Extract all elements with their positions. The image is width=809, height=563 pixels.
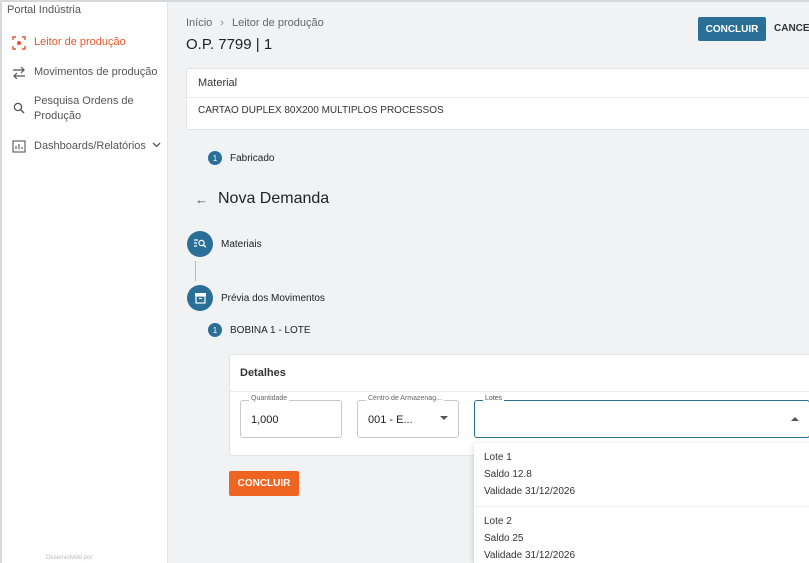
chevron-right-icon: › bbox=[220, 17, 224, 29]
demanda-title: Nova Demanda bbox=[218, 190, 330, 207]
step-connector bbox=[195, 261, 196, 281]
lotes-dropdown: Lote 1 Saldo 12.8 Validade 31/12/2026 Lo… bbox=[474, 443, 809, 563]
breadcrumb-home[interactable]: Início bbox=[186, 17, 212, 29]
step-label: Fabricado bbox=[230, 152, 275, 164]
step-label: Materiais bbox=[221, 238, 262, 250]
divider bbox=[187, 97, 809, 98]
step-label: BOBINA 1 - LOTE bbox=[230, 324, 311, 336]
lote-saldo: Saldo 25 bbox=[484, 533, 524, 544]
dashboard-icon bbox=[10, 139, 28, 155]
back-arrow-icon[interactable]: ← bbox=[195, 192, 208, 207]
scan-icon bbox=[10, 35, 28, 51]
field-label: Centro de Armazenag... bbox=[366, 395, 444, 402]
lotes-select[interactable]: Lotes bbox=[474, 395, 809, 438]
divider bbox=[230, 391, 809, 392]
sidebar-item-label: Pesquisa Ordens de bbox=[34, 95, 134, 107]
sidebar-footer: Desenvolvido por bbox=[46, 555, 93, 561]
brand-title: Portal Indústria bbox=[7, 4, 81, 16]
chevron-up-icon bbox=[791, 417, 799, 421]
sidebar-item-text: Pesquisa Ordens de Produção bbox=[34, 94, 134, 124]
sidebar-item-label: Leitor de produção bbox=[34, 36, 126, 48]
bobina-step: 1 BOBINA 1 - LOTE bbox=[208, 323, 311, 337]
centro-armazenagem-select[interactable]: Centro de Armazenag... 001 - E... bbox=[357, 395, 459, 438]
fabricado-step: 1 Fabricado bbox=[208, 151, 274, 165]
sidebar-item-leitor[interactable]: Leitor de produção bbox=[10, 35, 126, 51]
breadcrumb: Início › Leitor de produção bbox=[186, 17, 324, 29]
divider bbox=[474, 506, 809, 507]
chevron-down-icon bbox=[152, 139, 161, 154]
lote-name: Lote 2 bbox=[484, 516, 512, 527]
field-label: Quantidade bbox=[249, 395, 290, 402]
materials-search-icon bbox=[187, 231, 213, 257]
archive-icon bbox=[187, 285, 213, 311]
main-content: Início › Leitor de produção O.P. 7799 | 1 … bbox=[169, 2, 809, 563]
detalhes-card: Detalhes Quantidade 1,000 Centro de Arma… bbox=[229, 354, 809, 456]
page-title: O.P. 7799 | 1 bbox=[186, 36, 273, 53]
lote-name: Lote 1 bbox=[484, 452, 512, 463]
lote-saldo: Saldo 12.8 bbox=[484, 469, 532, 480]
sidebar-item-dashboards[interactable]: Dashboards/Relatórios bbox=[10, 139, 161, 155]
sidebar-item-label: Movimentos de produção bbox=[34, 66, 158, 78]
field-value: 001 - E... bbox=[368, 414, 413, 426]
search-icon bbox=[10, 100, 28, 116]
sidebar-item-label-2: Produção bbox=[34, 110, 82, 122]
materiais-step[interactable]: Materiais bbox=[187, 231, 262, 257]
lote-validade: Validade 31/12/2026 bbox=[484, 486, 576, 497]
sidebar-item-label: Dashboards/Relatórios bbox=[34, 140, 146, 152]
sidebar-item-movimentos[interactable]: Movimentos de produção bbox=[10, 65, 158, 81]
field-value: 1,000 bbox=[251, 414, 279, 426]
detalhes-title: Detalhes bbox=[240, 367, 286, 379]
lote-option[interactable]: Lote 2 Saldo 25 Validade 31/12/2026 bbox=[484, 513, 575, 563]
step-label: Prévia dos Movimentos bbox=[221, 292, 325, 304]
sidebar: Portal Indústria Leitor de produção Movi… bbox=[2, 2, 168, 563]
app-frame: Portal Indústria Leitor de produção Movi… bbox=[2, 2, 809, 563]
sidebar-item-pesquisa[interactable]: Pesquisa Ordens de Produção bbox=[10, 94, 134, 124]
material-value: CARTAO DUPLEX 80X200 MULTIPLOS PROCESSOS bbox=[198, 105, 444, 116]
quantidade-field[interactable]: Quantidade 1,000 bbox=[240, 395, 342, 438]
step-number: 1 bbox=[208, 323, 222, 337]
lote-validade: Validade 31/12/2026 bbox=[484, 550, 576, 561]
material-card: Material CARTAO DUPLEX 80X200 MULTIPLOS … bbox=[186, 68, 809, 130]
cancel-button[interactable]: CANCEL bbox=[774, 23, 809, 34]
swap-icon bbox=[10, 65, 28, 81]
step-number: 1 bbox=[208, 151, 222, 165]
field-label: Lotes bbox=[483, 395, 505, 402]
breadcrumb-current: Leitor de produção bbox=[231, 17, 324, 29]
nova-demanda-header: ← Nova Demanda bbox=[195, 190, 329, 208]
material-label: Material bbox=[198, 77, 238, 89]
lote-option[interactable]: Lote 1 Saldo 12.8 Validade 31/12/2026 bbox=[484, 449, 575, 500]
concluir-top-button[interactable]: CONCLUIR bbox=[698, 17, 766, 41]
concluir-button[interactable]: CONCLUIR bbox=[229, 471, 299, 496]
previa-step[interactable]: Prévia dos Movimentos bbox=[187, 285, 325, 311]
chevron-down-icon bbox=[440, 416, 448, 420]
